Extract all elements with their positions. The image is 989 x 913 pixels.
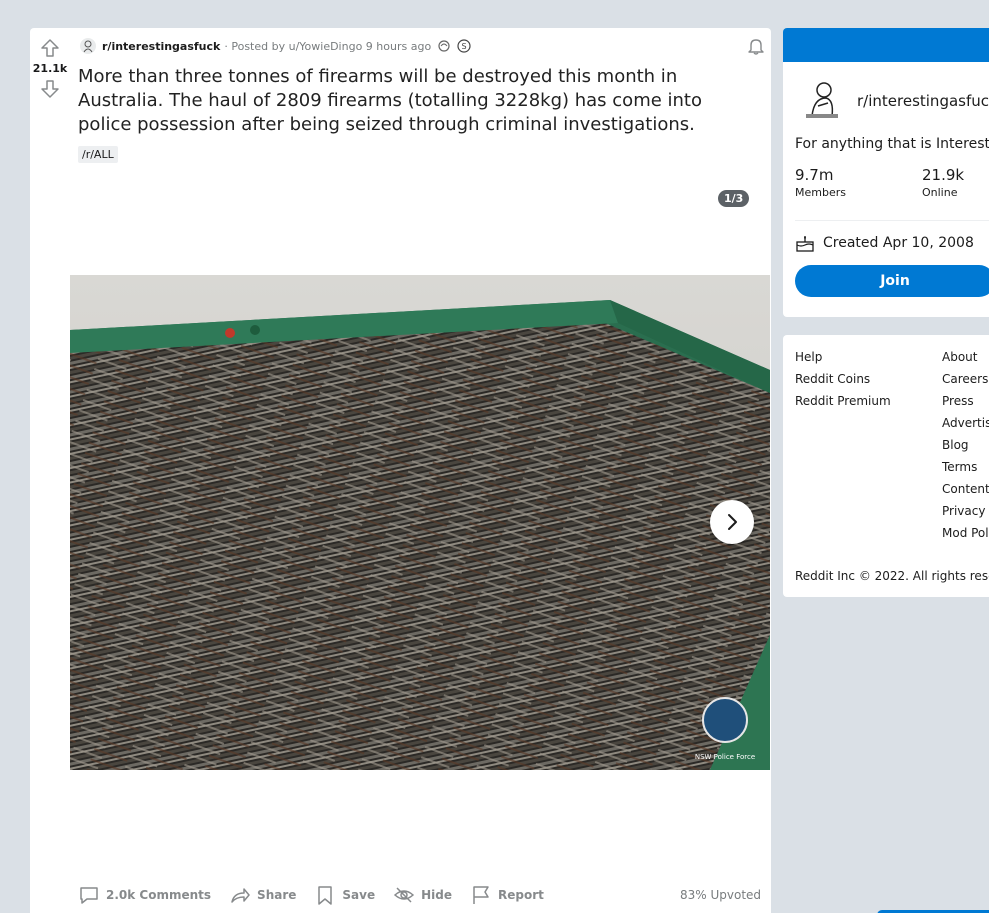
- sidebar-subreddit-name[interactable]: r/interestingasfuck: [857, 92, 989, 110]
- footer-link-terms[interactable]: Terms: [942, 459, 989, 481]
- post-card: 21.1k r/interestingasfuck · Posted by u/…: [30, 28, 771, 913]
- footer-links-card: Help Reddit Coins Reddit Premium About C…: [783, 335, 989, 597]
- subreddit-description: For anything that is Interesting: [795, 136, 989, 152]
- members-label: Members: [795, 186, 846, 199]
- upvote-icon[interactable]: [38, 36, 62, 60]
- award-icon[interactable]: [437, 39, 451, 53]
- footer-link-press[interactable]: Press: [942, 393, 989, 415]
- members-stat: 9.7m Members: [795, 166, 846, 199]
- footer-column-right: About Careers Press Advertise Blog Terms…: [942, 349, 989, 547]
- footer-link-mod-policy[interactable]: Mod Policy: [942, 525, 989, 547]
- sidebar-divider: [795, 220, 989, 221]
- chevron-right-icon: [728, 514, 737, 530]
- report-label: Report: [497, 888, 544, 902]
- gallery-next-button[interactable]: [710, 500, 754, 544]
- svg-text:S: S: [462, 42, 467, 51]
- flag-icon: [473, 886, 489, 904]
- online-count: 21.9k: [922, 166, 965, 184]
- comments-button[interactable]: 2.0k Comments: [78, 884, 211, 906]
- footer-link-advertise[interactable]: Advertise: [942, 415, 989, 437]
- copyright-text: Reddit Inc © 2022. All rights reserved: [795, 569, 989, 583]
- created-label: Created Apr 10, 2008: [823, 235, 974, 251]
- downvote-icon[interactable]: [38, 77, 62, 101]
- created-date: Created Apr 10, 2008: [795, 234, 974, 252]
- hide-button[interactable]: Hide: [393, 884, 452, 906]
- footer-link-privacy-policy[interactable]: Privacy Policy: [942, 503, 989, 525]
- post-title[interactable]: More than three tonnes of firearms will …: [78, 65, 728, 137]
- subreddit-banner: [783, 28, 989, 62]
- footer-link-careers[interactable]: Careers: [942, 371, 989, 393]
- gallery-counter: 1/3: [718, 190, 750, 207]
- upvote-ratio: 83% Upvoted: [680, 888, 762, 902]
- post-meta: r/interestingasfuck · Posted by u/YowieD…: [80, 38, 471, 54]
- footer-link-reddit-premium[interactable]: Reddit Premium: [795, 393, 891, 415]
- watermark-text: NSW Police Force: [695, 753, 755, 761]
- firearms-photo: NSW Police Force: [70, 275, 770, 770]
- footer-link-reddit-coins[interactable]: Reddit Coins: [795, 371, 891, 393]
- save-button[interactable]: Save: [314, 884, 375, 906]
- post-flair[interactable]: /r/ALL: [78, 146, 118, 163]
- share-label: Share: [257, 888, 297, 902]
- members-count: 9.7m: [795, 166, 834, 184]
- comment-icon: [80, 887, 98, 904]
- vote-column: 21.1k: [30, 28, 70, 101]
- cake-icon: [796, 236, 814, 252]
- notification-bell-icon[interactable]: [746, 36, 766, 56]
- vote-count: 21.1k: [32, 62, 68, 75]
- footer-link-content-policy[interactable]: Content Policy: [942, 481, 989, 503]
- subreddit-avatar[interactable]: [798, 76, 846, 124]
- footer-column-left: Help Reddit Coins Reddit Premium: [795, 349, 891, 415]
- join-button[interactable]: Join: [795, 265, 989, 297]
- post-actions: 2.0k Comments Share Save Hide Report: [78, 883, 562, 907]
- subreddit-info-card: r/interestingasfuck For anything that is…: [783, 28, 989, 317]
- hide-label: Hide: [421, 888, 452, 902]
- footer-link-about[interactable]: About: [942, 349, 989, 371]
- comments-label: 2.0k Comments: [106, 888, 212, 902]
- subreddit-icon[interactable]: [80, 38, 96, 54]
- share-button[interactable]: Share: [229, 884, 296, 906]
- subreddit-link[interactable]: r/interestingasfuck: [102, 40, 220, 53]
- bookmark-icon: [318, 886, 333, 905]
- posted-by: · Posted by u/YowieDingo 9 hours ago: [224, 39, 432, 53]
- save-label: Save: [342, 888, 376, 902]
- share-icon: [231, 888, 250, 903]
- footer-link-help[interactable]: Help: [795, 349, 891, 371]
- footer-link-blog[interactable]: Blog: [942, 437, 989, 459]
- silver-award-icon[interactable]: S: [457, 39, 471, 53]
- online-stat: 21.9k Online: [922, 166, 964, 199]
- eye-slash-icon: [393, 887, 415, 903]
- gallery-image[interactable]: NSW Police Force: [70, 275, 770, 770]
- online-label: Online: [922, 186, 958, 199]
- report-button[interactable]: Report: [470, 884, 544, 906]
